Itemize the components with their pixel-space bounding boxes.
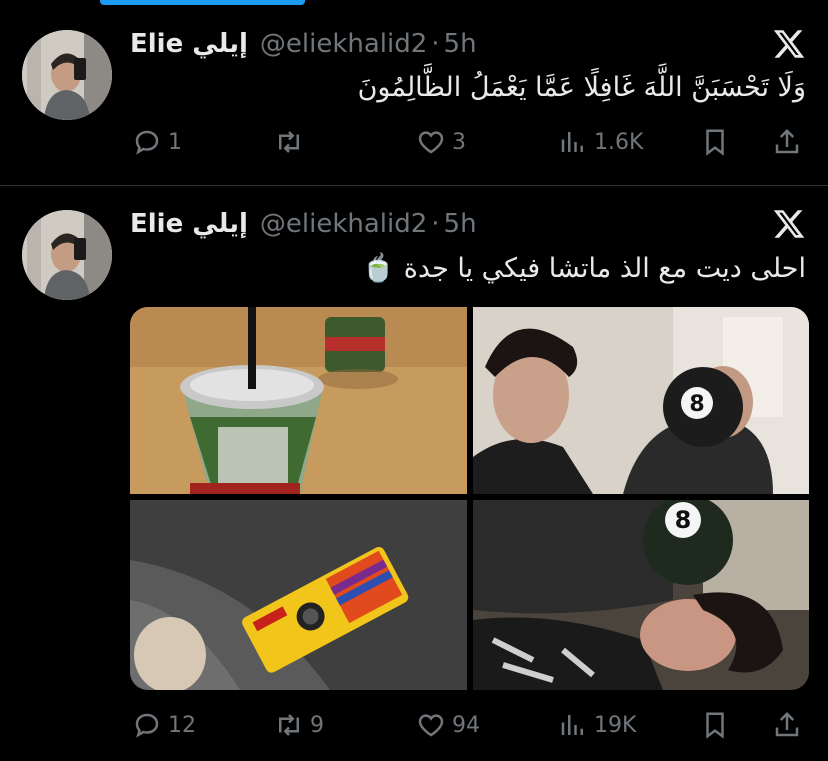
avatar[interactable]	[22, 30, 112, 120]
repost-count: 9	[310, 712, 324, 738]
reply-icon	[135, 130, 159, 155]
photo-disposable-camera[interactable]	[130, 500, 467, 690]
photo-disposable-camera-image	[130, 500, 467, 690]
repost-button[interactable]: 9	[274, 705, 324, 745]
reply-button[interactable]: 12	[132, 705, 196, 745]
like-button[interactable]: 3	[416, 122, 466, 162]
photo-selfie-eight-ball[interactable]: 8	[473, 307, 809, 494]
views-count: 1.6K	[594, 129, 644, 155]
views-icon	[561, 132, 583, 152]
like-button[interactable]: 94	[416, 705, 480, 745]
views-button[interactable]: 1.6K	[558, 122, 643, 162]
separator: ·	[431, 209, 440, 239]
avatar[interactable]	[22, 210, 112, 300]
action-bar: 12 9 94 19K	[130, 705, 810, 745]
avatar-photo	[22, 210, 112, 300]
tweet-header: Elie إيلي @eliekhalid2 · 5h	[130, 207, 477, 241]
author-handle[interactable]: @eliekhalid2	[260, 209, 427, 239]
views-icon	[561, 715, 583, 735]
share-button[interactable]	[772, 705, 802, 745]
repost-button[interactable]	[274, 122, 310, 162]
tweet-header: Elie إيلي @eliekhalid2 · 5h	[130, 27, 477, 61]
top-tab-indicator	[0, 0, 828, 10]
tweet-text: احلى ديت مع الذ ماتشا فيكي يا جدة 🍵	[361, 253, 806, 284]
author-name[interactable]: Elie إيلي	[130, 29, 248, 59]
bookmark-icon	[706, 129, 724, 156]
like-count: 3	[452, 129, 466, 155]
share-button[interactable]	[772, 122, 802, 162]
views-count: 19K	[594, 712, 637, 738]
svg-text:8: 8	[689, 392, 704, 417]
share-icon	[775, 128, 799, 154]
bookmark-icon	[706, 712, 724, 739]
action-bar: 1 3 1.6K	[130, 122, 810, 162]
tweet-text: وَلَا تَحْسَبَنَّ اللَّهَ غَافِلًا عَمَّ…	[357, 72, 806, 103]
photo-matcha-cup[interactable]	[130, 307, 467, 494]
reply-button[interactable]: 1	[132, 122, 182, 162]
like-icon	[418, 714, 444, 737]
bookmark-button[interactable]	[700, 705, 730, 745]
media-grid[interactable]: 8 8	[130, 307, 809, 690]
share-icon	[775, 711, 799, 737]
timestamp[interactable]: 5h	[444, 209, 477, 239]
repost-icon	[279, 714, 299, 736]
author-name[interactable]: Elie إيلي	[130, 209, 248, 239]
repost-icon	[279, 131, 299, 153]
separator: ·	[431, 29, 440, 59]
photo-selfie-eight-ball-image: 8	[473, 307, 809, 494]
reply-icon	[135, 713, 159, 738]
x-logo-icon[interactable]	[772, 207, 806, 241]
active-tab-accent	[100, 0, 305, 5]
avatar-photo	[22, 30, 112, 120]
svg-text:8: 8	[675, 506, 692, 534]
tweet-divider	[0, 185, 828, 186]
reply-count: 12	[168, 712, 196, 738]
like-count: 94	[452, 712, 480, 738]
like-icon	[418, 131, 444, 154]
timestamp[interactable]: 5h	[444, 29, 477, 59]
bookmark-button[interactable]	[700, 122, 730, 162]
photo-matcha-cup-image	[130, 307, 467, 494]
x-logo-icon[interactable]	[772, 27, 806, 61]
photo-lying-selfie-image: 8	[473, 500, 809, 690]
views-button[interactable]: 19K	[558, 705, 636, 745]
photo-lying-selfie[interactable]: 8	[473, 500, 809, 690]
reply-count: 1	[168, 129, 182, 155]
author-handle[interactable]: @eliekhalid2	[260, 29, 427, 59]
